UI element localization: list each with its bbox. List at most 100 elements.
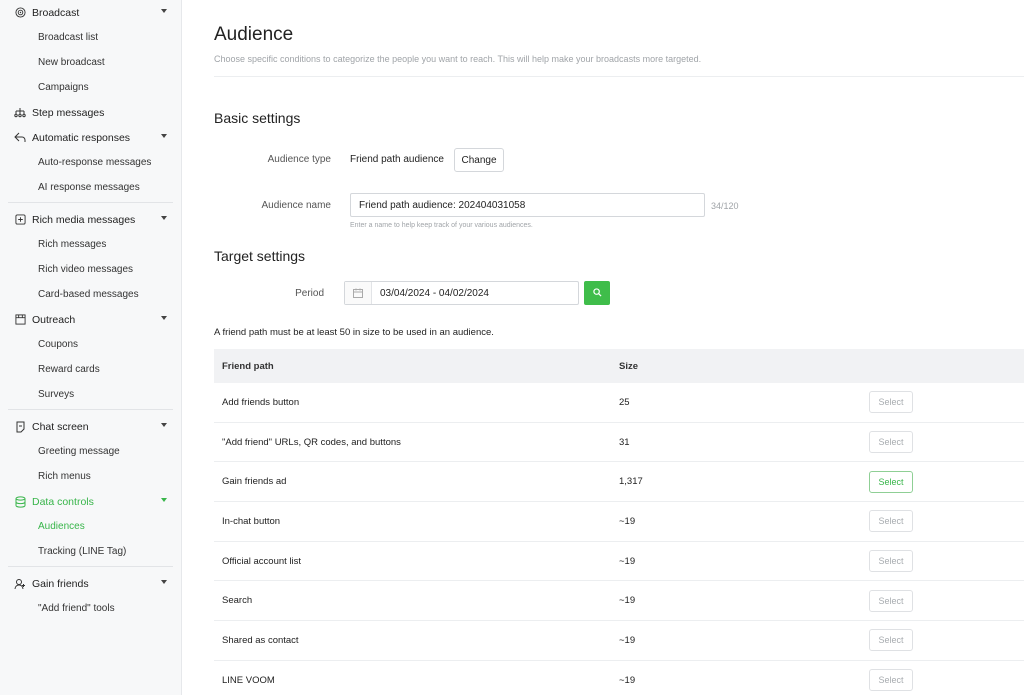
sidebar-item-outreach[interactable]: Outreach (8, 307, 173, 332)
table-body: Add friends button 25 Select "Add friend" U… (214, 383, 1024, 695)
audience-type-value: Friend path audience (350, 154, 444, 165)
friend-path-cell: Add friends button (222, 396, 300, 408)
sidebar-item-tracking[interactable]: Tracking (LINE Tag) (8, 539, 173, 564)
sidebar-item-new-broadcast[interactable]: New broadcast (8, 50, 173, 75)
sidebar-item-label: Outreach (32, 313, 76, 326)
rich-media-icon (14, 214, 26, 226)
friend-path-cell: Official account list (222, 555, 302, 567)
friend-path-cell: Gain friends ad (222, 476, 287, 488)
sidebar-item-label: Chat screen (32, 420, 89, 433)
sidebar-item-auto-response[interactable]: Auto-response messages (8, 150, 173, 175)
min-size-note: A friend path must be at least 50 in siz… (214, 327, 494, 338)
table-row: Search ~19 Select (214, 581, 1024, 622)
sidebar-group-broadcast: Broadcast Broadcast list New broadcast C… (8, 0, 173, 203)
sidebar-item-audiences[interactable]: Audiences (8, 514, 173, 539)
size-cell: ~19 (619, 555, 636, 567)
chevron-down-icon[interactable] (161, 580, 167, 584)
table-row: LINE VOOM ~19 Select (214, 661, 1024, 695)
sidebar-item-card-based[interactable]: Card-based messages (8, 282, 173, 307)
table-row: Official account list ~19 Select (214, 542, 1024, 582)
friend-path-table: Friend path Size Add friends button 25 Sel… (214, 349, 1024, 695)
divider (214, 76, 1024, 77)
size-cell: ~19 (619, 674, 636, 686)
sidebar-item-gain-friends[interactable]: Gain friends (8, 571, 173, 596)
size-cell: ~19 (619, 634, 636, 646)
sidebar-item-campaigns[interactable]: Campaigns (8, 75, 173, 100)
chevron-down-icon[interactable] (161, 134, 167, 138)
friend-path-cell: "Add friend" URLs, QR codes, and buttons (222, 436, 401, 448)
chat-screen-icon (14, 421, 26, 433)
section-title-basic: Basic settings (214, 110, 301, 126)
sidebar-item-coupons[interactable]: Coupons (8, 332, 173, 357)
size-cell: 25 (619, 396, 630, 408)
gain-friends-icon (14, 578, 26, 590)
search-icon (592, 284, 602, 302)
sidebar-item-ai-response[interactable]: AI response messages (8, 175, 173, 200)
table-row: "Add friend" URLs, QR codes, and buttons… (214, 423, 1024, 463)
select-button[interactable]: Select (869, 589, 913, 612)
sidebar-item-label: Data controls (32, 495, 94, 508)
calendar-icon[interactable] (345, 282, 372, 304)
sidebar-item-step-messages[interactable]: Step messages (8, 100, 173, 125)
select-button[interactable]: Select (869, 431, 913, 454)
sidebar-item-label: Rich media messages (32, 213, 136, 226)
name-char-counter: 34/120 (711, 201, 739, 211)
select-button[interactable]: Select (869, 391, 913, 414)
sidebar-item-automatic-responses[interactable]: Automatic responses (8, 125, 173, 150)
select-button[interactable]: Select (869, 510, 913, 533)
friend-path-cell: In-chat button (222, 515, 281, 527)
data-controls-icon (14, 495, 26, 508)
table-row: Gain friends ad 1,317 Select (214, 462, 1024, 503)
section-title-target: Target settings (214, 248, 306, 264)
step-messages-icon (14, 107, 26, 119)
audience-name-input[interactable]: Friend path audience: 202404031058 (350, 193, 705, 217)
chevron-down-icon[interactable] (161, 216, 167, 220)
main-content: Audience Choose specific conditions to c… (183, 0, 1024, 695)
sidebar-item-label: Step messages (32, 106, 105, 119)
table-header: Friend path Size (214, 349, 1024, 383)
sidebar-item-label: Gain friends (32, 577, 89, 590)
select-button[interactable]: Select (869, 470, 913, 493)
sidebar-group-gain-friends: Gain friends "Add friend" tools (8, 567, 173, 623)
size-cell: ~19 (619, 515, 636, 527)
name-hint: Enter a name to help keep track of your … (350, 222, 533, 229)
sidebar-item-greeting[interactable]: Greeting message (8, 439, 173, 464)
audience-name-label: Audience name (261, 200, 332, 211)
chevron-down-icon[interactable] (161, 9, 167, 13)
table-row: Add friends button 25 Select (214, 383, 1024, 423)
table-row: Shared as contact ~19 Select (214, 621, 1024, 661)
header-friend-path: Friend path (222, 360, 274, 372)
change-button[interactable]: Change (454, 148, 504, 172)
sidebar-item-broadcast[interactable]: Broadcast (8, 0, 173, 25)
size-cell: ~19 (619, 595, 636, 607)
sidebar-item-rich-media[interactable]: Rich media messages (8, 207, 173, 232)
sidebar-item-rich-messages[interactable]: Rich messages (8, 232, 173, 257)
friend-path-cell: Search (222, 595, 253, 607)
select-button[interactable]: Select (869, 550, 913, 573)
header-size: Size (619, 360, 639, 372)
period-value: 03/04/2024 - 04/02/2024 (380, 287, 489, 299)
select-button[interactable]: Select (869, 629, 913, 652)
table-row: In-chat button ~19 Select (214, 502, 1024, 542)
sidebar-item-reward-cards[interactable]: Reward cards (8, 357, 173, 382)
chevron-down-icon[interactable] (161, 316, 167, 320)
sidebar-group-chat: Chat screen Greeting message Rich menus … (8, 410, 173, 567)
period-label: Period (295, 288, 324, 299)
sidebar-item-rich-menus[interactable]: Rich menus (8, 464, 173, 489)
friend-path-cell: LINE VOOM (222, 674, 275, 686)
chevron-down-icon[interactable] (161, 498, 167, 502)
audience-type-label: Audience type (267, 154, 331, 165)
chevron-down-icon[interactable] (161, 423, 167, 427)
select-button[interactable]: Select (869, 669, 913, 692)
sidebar-item-data-controls[interactable]: Data controls (8, 489, 173, 514)
search-button[interactable] (584, 281, 610, 305)
sidebar-item-rich-video[interactable]: Rich video messages (8, 257, 173, 282)
sidebar-item-broadcast-list[interactable]: Broadcast list (8, 25, 173, 50)
sidebar-item-add-friend-tools[interactable]: "Add friend" tools (8, 596, 173, 621)
sidebar-item-surveys[interactable]: Surveys (8, 382, 173, 407)
sidebar-item-chat-screen[interactable]: Chat screen (8, 414, 173, 439)
period-date-range-input[interactable]: 03/04/2024 - 04/02/2024 (344, 281, 579, 305)
sidebar-item-label: Automatic responses (32, 131, 131, 144)
friend-path-cell: Shared as contact (222, 634, 299, 646)
broadcast-icon (14, 7, 26, 19)
